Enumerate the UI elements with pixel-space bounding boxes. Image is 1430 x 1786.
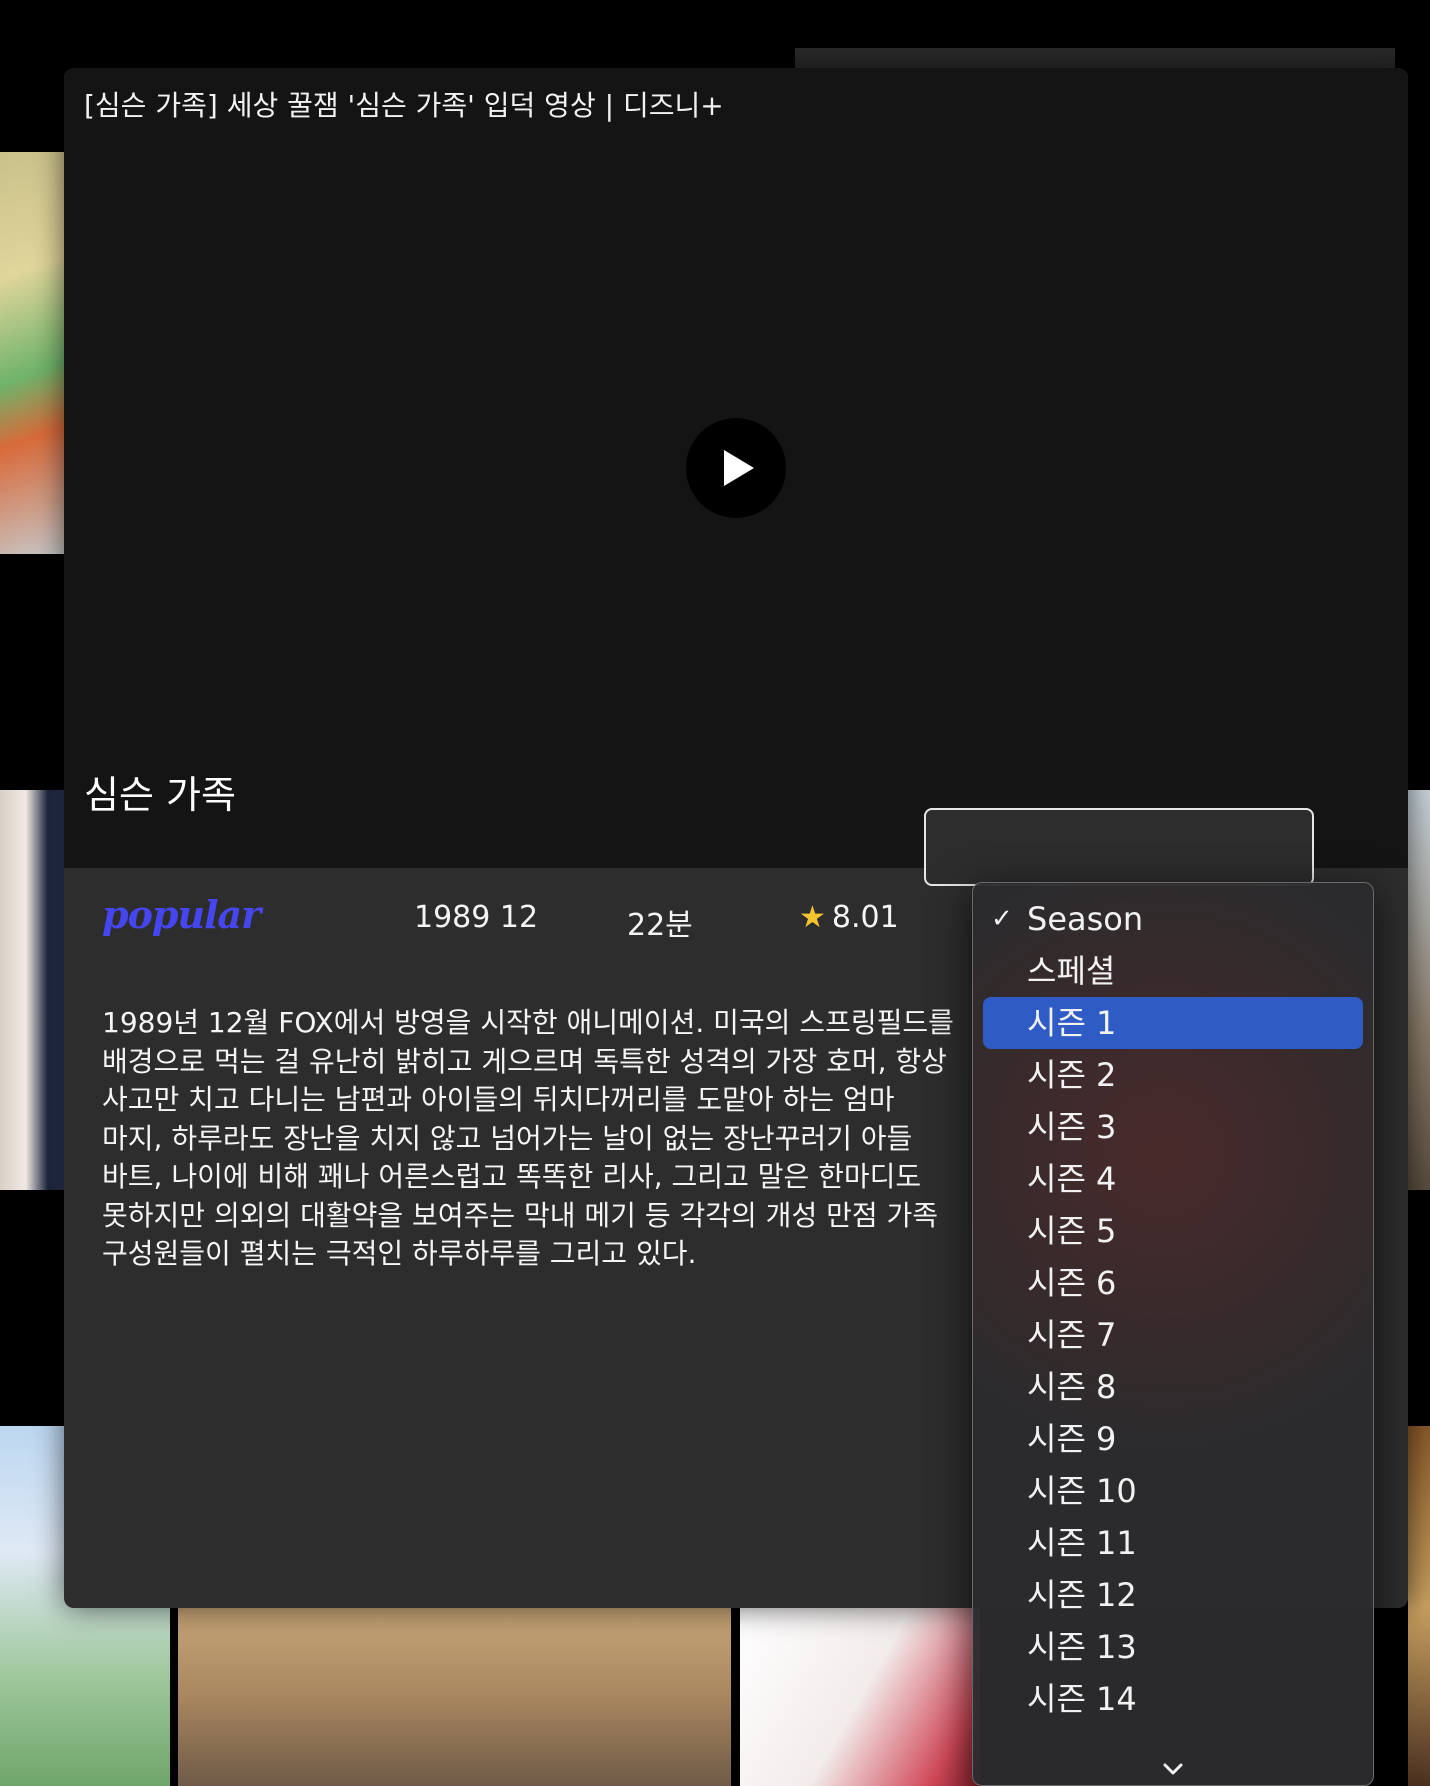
season-option[interactable]: 시즌 6: [983, 1257, 1363, 1309]
poster-tile: [795, 48, 1395, 68]
chevron-down-icon[interactable]: [1161, 1759, 1185, 1779]
season-option[interactable]: 시즌 10: [983, 1465, 1363, 1517]
play-button[interactable]: [686, 418, 786, 518]
poster-tile: [178, 1608, 731, 1786]
poster-tile: [1408, 790, 1430, 1190]
season-select[interactable]: [924, 808, 1314, 886]
season-option[interactable]: 시즌 2: [983, 1049, 1363, 1101]
rating: ★ 8.01: [799, 900, 899, 935]
season-option[interactable]: 시즌 8: [983, 1361, 1363, 1413]
season-option[interactable]: 시즌 13: [983, 1621, 1363, 1673]
season-option[interactable]: 스페셜: [983, 945, 1363, 997]
overview-text: 1989년 12월 FOX에서 방영을 시작한 애니메이션. 미국의 스프링필드…: [102, 1006, 954, 1270]
play-icon: [724, 450, 754, 486]
star-icon: ★: [799, 900, 826, 935]
meta-row: popular 1989 12 22분 ★ 8.01: [64, 888, 964, 948]
runtime: 22분: [627, 908, 693, 943]
season-option[interactable]: 시즌 7: [983, 1309, 1363, 1361]
season-option[interactable]: 시즌 3: [983, 1101, 1363, 1153]
season-option[interactable]: 시즌 5: [983, 1205, 1363, 1257]
season-dropdown-menu[interactable]: ✓ Season 스페셜 시즌 1 시즌 2 시즌 3 시즌 4 시즌 5 시즌…: [972, 882, 1374, 1786]
poster-tile: [1408, 1426, 1430, 1786]
show-title: 심슨 가족: [84, 773, 236, 817]
poster-tile: [740, 1608, 980, 1786]
season-option[interactable]: 시즌 4: [983, 1153, 1363, 1205]
poster-tile: [0, 790, 64, 1190]
season-option[interactable]: 시즌 9: [983, 1413, 1363, 1465]
poster-tile: [0, 152, 64, 554]
checkmark-icon: ✓: [991, 904, 1013, 934]
release-date: 1989 12: [414, 900, 539, 935]
season-option[interactable]: 시즌 14: [983, 1673, 1363, 1725]
season-option-placeholder[interactable]: ✓ Season: [983, 893, 1363, 945]
season-option-highlighted[interactable]: 시즌 1: [983, 997, 1363, 1049]
video-title: [심슨 가족] 세상 꿀잼 '심슨 가족' 입덕 영상 | 디즈니+: [84, 89, 724, 122]
season-option[interactable]: 시즌 12: [983, 1569, 1363, 1621]
popular-badge: popular: [102, 892, 261, 937]
rating-value: 8.01: [831, 900, 899, 935]
video-player[interactable]: [심슨 가족] 세상 꿀잼 '심슨 가족' 입덕 영상 | 디즈니+ 심슨 가족: [64, 68, 1408, 868]
season-option[interactable]: 시즌 11: [983, 1517, 1363, 1569]
